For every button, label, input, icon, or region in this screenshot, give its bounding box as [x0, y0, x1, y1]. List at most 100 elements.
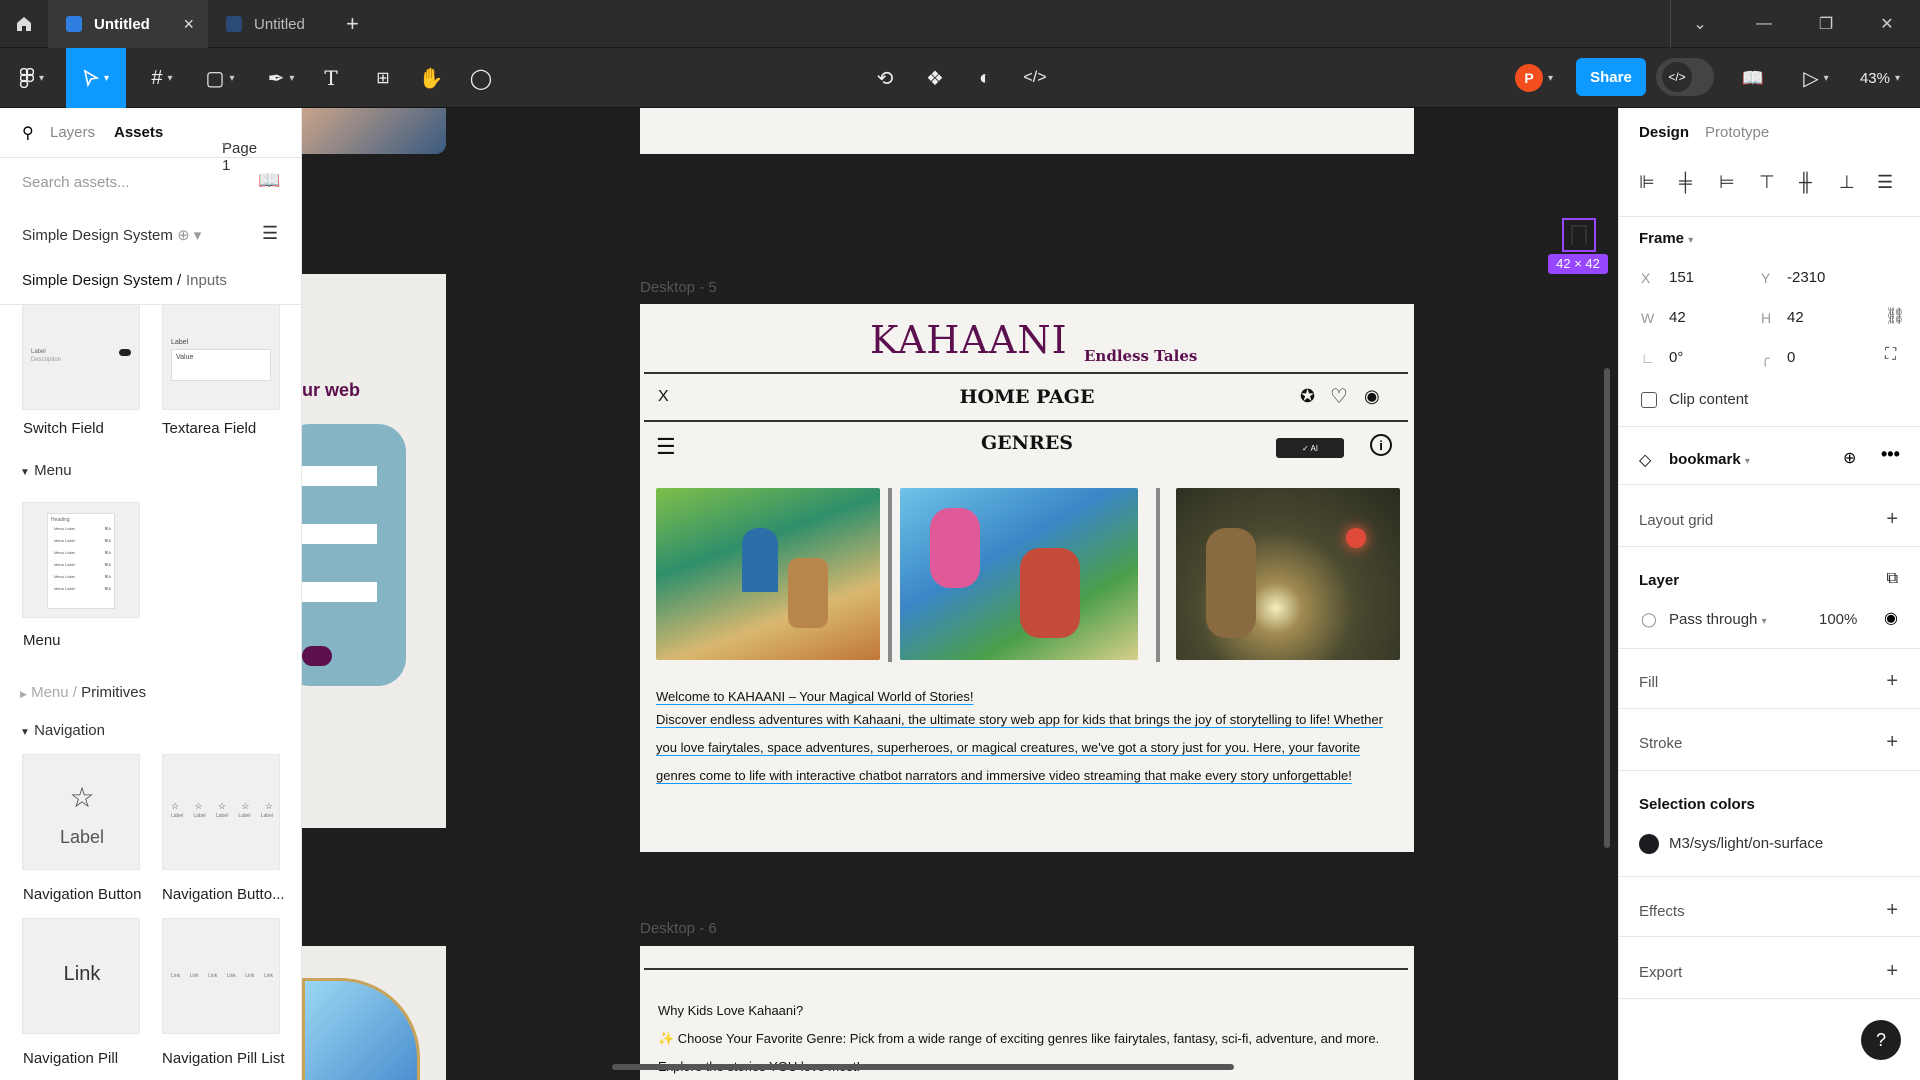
globe-icon[interactable]: ⊕: [1843, 448, 1856, 468]
textarea-field-thumbnail[interactable]: Label Value: [162, 304, 280, 410]
dev-mode-toggle[interactable]: </>: [1656, 58, 1714, 96]
zoom-menu[interactable]: 43% ▾: [1848, 48, 1912, 108]
frame-desktop-6[interactable]: Why Kids Love Kahaani? ✨ Choose Your Fav…: [640, 946, 1414, 1080]
frame-label[interactable]: Desktop - 5: [640, 279, 717, 296]
help-button[interactable]: ?: [1861, 1020, 1901, 1060]
tab-prototype[interactable]: Prototype: [1705, 124, 1769, 141]
library-icon[interactable]: 📖: [258, 170, 280, 191]
tab-file-1[interactable]: Untitled ×: [48, 0, 208, 48]
close-tab-icon[interactable]: ×: [183, 14, 194, 35]
genre-image-scifi[interactable]: [1176, 488, 1400, 660]
star-icon[interactable]: ✪: [1300, 386, 1315, 407]
align-top-icon[interactable]: ⊤: [1759, 172, 1775, 193]
genre-image-mystery[interactable]: [656, 488, 880, 660]
search-icon[interactable]: ⚲: [22, 123, 34, 143]
resources-button[interactable]: ⊞: [366, 48, 400, 108]
selection-box[interactable]: [1562, 218, 1596, 252]
search-input[interactable]: Search assets...: [22, 174, 130, 191]
add-fill-icon[interactable]: +: [1886, 670, 1898, 693]
align-left-icon[interactable]: ⊫: [1639, 172, 1655, 193]
more-options-icon[interactable]: •••: [1881, 444, 1900, 465]
frame-desktop-4[interactable]: [640, 108, 1414, 154]
section-menu[interactable]: ▼ Menu: [20, 462, 72, 479]
align-right-icon[interactable]: ⊨: [1719, 172, 1735, 193]
home-button[interactable]: [0, 0, 48, 48]
info-icon[interactable]: i: [1370, 434, 1392, 456]
hand-tool-button[interactable]: ✋: [414, 48, 448, 108]
menu-preview-item: Menu Label ⌘A: [54, 538, 111, 543]
selection-color-name[interactable]: M3/sys/light/on-surface: [1669, 835, 1823, 852]
section-navigation[interactable]: ▼ Navigation: [20, 722, 105, 739]
section-menu-primitives[interactable]: ▶ Menu / Primitives: [20, 684, 146, 701]
tabs-dropdown-icon[interactable]: ⌄: [1671, 0, 1729, 48]
navigation-pill-thumbnail[interactable]: Link: [22, 918, 140, 1034]
partial-frame-left-2[interactable]: [302, 946, 446, 1080]
component-button[interactable]: ❖: [918, 48, 952, 108]
library-button[interactable]: 📖: [1736, 48, 1770, 108]
pen-tool-button[interactable]: ✒ ▾: [256, 48, 306, 108]
align-bottom-icon[interactable]: ⊥: [1839, 172, 1855, 193]
frame-tool-button[interactable]: # ▾: [138, 48, 186, 108]
main-menu-button[interactable]: ▾: [8, 48, 56, 108]
horizontal-scrollbar[interactable]: [612, 1064, 1234, 1070]
mask-button[interactable]: ◐: [968, 48, 1002, 108]
shape-tool-button[interactable]: ▢ ▾: [196, 48, 244, 108]
eye-icon[interactable]: ◉: [1884, 608, 1898, 628]
text-tool-button[interactable]: T: [314, 48, 348, 108]
heart-icon[interactable]: ♡: [1330, 384, 1348, 409]
menu-thumbnail[interactable]: Heading Menu Label ⌘A Menu Label ⌘A Menu L…: [22, 502, 140, 618]
navigation-pill-list-thumbnail[interactable]: Link Link Link Link Link Link: [162, 918, 280, 1034]
share-button[interactable]: Share: [1576, 58, 1646, 96]
tab-assets[interactable]: Assets: [114, 124, 163, 141]
library-selector[interactable]: Simple Design System ⊕ ▾: [22, 226, 201, 244]
opacity-input[interactable]: 100%: [1819, 611, 1857, 628]
vertical-scrollbar[interactable]: [1604, 368, 1610, 848]
move-tool-button[interactable]: ▾: [66, 48, 126, 108]
comment-tool-button[interactable]: ◯: [464, 48, 498, 108]
present-button[interactable]: ▷ ▾: [1792, 48, 1840, 108]
canvas[interactable]: ur web Desktop - 5 KAHAANI Endless Tales…: [302, 108, 1618, 1080]
x-input[interactable]: 151: [1669, 269, 1694, 286]
profile-icon[interactable]: ◉: [1364, 386, 1380, 407]
list-view-icon[interactable]: ☰: [262, 223, 278, 244]
tab-file-2[interactable]: Untitled: [208, 0, 368, 48]
navigation-button-list-thumbnail[interactable]: ☆ ☆ ☆ ☆ ☆ Label Label Label Label Label: [162, 754, 280, 870]
color-swatch[interactable]: [1639, 834, 1659, 854]
align-center-icon[interactable]: ╪: [1679, 172, 1692, 193]
code-button[interactable]: </>: [1018, 48, 1052, 108]
layer-visibility-settings-icon[interactable]: ⧉: [1887, 570, 1898, 588]
distribute-icon[interactable]: ☰: [1877, 172, 1893, 193]
independent-corners-icon[interactable]: ⛶: [1885, 346, 1896, 364]
instance-selector[interactable]: bookmark ▾: [1669, 451, 1750, 468]
clip-content-checkbox[interactable]: [1641, 392, 1657, 408]
minimize-icon[interactable]: —: [1735, 0, 1793, 48]
h-input[interactable]: 42: [1787, 309, 1804, 326]
frame-desktop-5[interactable]: KAHAANI Endless Tales X HOME PAGE ✪ ♡ ◉ …: [640, 304, 1414, 852]
create-component-button[interactable]: ⟲: [868, 48, 902, 108]
maximize-icon[interactable]: ❐: [1797, 0, 1855, 48]
blend-mode-select[interactable]: Pass through ▾: [1669, 611, 1767, 628]
rotation-input[interactable]: 0°: [1669, 349, 1683, 366]
radius-input[interactable]: 0: [1787, 349, 1795, 366]
y-input[interactable]: -2310: [1787, 269, 1825, 286]
switch-field-thumbnail[interactable]: Label Description: [22, 304, 140, 410]
ai-button[interactable]: ✓ AI: [1276, 438, 1344, 458]
w-input[interactable]: 42: [1669, 309, 1686, 326]
tab-layers[interactable]: Layers: [50, 124, 95, 141]
add-stroke-icon[interactable]: +: [1886, 731, 1898, 754]
add-export-icon[interactable]: +: [1886, 960, 1898, 983]
navigation-button-thumbnail[interactable]: ☆ Label: [22, 754, 140, 870]
partial-frame-left[interactable]: ur web: [302, 274, 446, 828]
constrain-proportions-icon[interactable]: ⛓: [1885, 306, 1905, 326]
frame-section-title[interactable]: Frame ▾: [1639, 230, 1693, 247]
tab-design[interactable]: Design: [1639, 124, 1689, 141]
frame-label[interactable]: Desktop - 6: [640, 920, 717, 937]
close-window-icon[interactable]: ✕: [1858, 0, 1916, 48]
genre-image-adventure[interactable]: [900, 488, 1138, 660]
align-middle-icon[interactable]: ╫: [1799, 172, 1812, 193]
user-menu[interactable]: P ▾: [1504, 48, 1564, 108]
new-tab-button[interactable]: +: [346, 11, 359, 37]
add-layout-grid-icon[interactable]: +: [1886, 508, 1898, 531]
add-effect-icon[interactable]: +: [1886, 899, 1898, 922]
breadcrumb-root[interactable]: Simple Design System /: [22, 272, 181, 289]
